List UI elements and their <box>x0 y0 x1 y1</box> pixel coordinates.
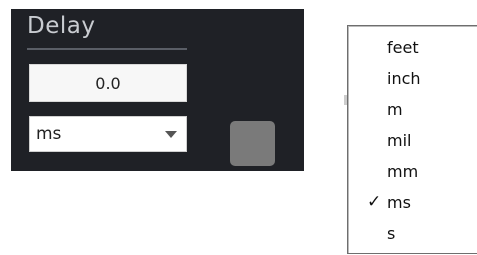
menu-item-s[interactable]: s <box>348 218 477 249</box>
menu-item-feet[interactable]: feet <box>348 32 477 63</box>
unit-dropdown[interactable]: ms <box>29 116 187 152</box>
delay-value-field[interactable]: 0.0 <box>29 64 187 102</box>
color-swatch-button[interactable] <box>230 121 275 166</box>
menu-item-label: ms <box>387 193 411 212</box>
menu-item-m[interactable]: m <box>348 94 477 125</box>
unit-dropdown-menu: feet inch m mil mm ✓ ms s <box>347 25 477 254</box>
menu-item-label: mil <box>387 131 412 150</box>
delay-panel: Delay 0.0 ms <box>11 9 304 171</box>
menu-item-label: inch <box>387 69 421 88</box>
chevron-down-icon <box>165 131 177 138</box>
checkmark-icon: ✓ <box>367 192 382 212</box>
title-divider <box>27 48 187 50</box>
menu-item-label: feet <box>387 38 419 57</box>
menu-item-inch[interactable]: inch <box>348 63 477 94</box>
menu-item-label: s <box>387 224 396 243</box>
menu-item-ms[interactable]: ✓ ms <box>348 187 477 218</box>
menu-item-mm[interactable]: mm <box>348 156 477 187</box>
panel-title: Delay <box>27 13 96 39</box>
unit-dropdown-value: ms <box>36 124 62 144</box>
menu-item-mil[interactable]: mil <box>348 125 477 156</box>
menu-item-label: mm <box>387 162 419 181</box>
menu-item-label: m <box>387 100 403 119</box>
